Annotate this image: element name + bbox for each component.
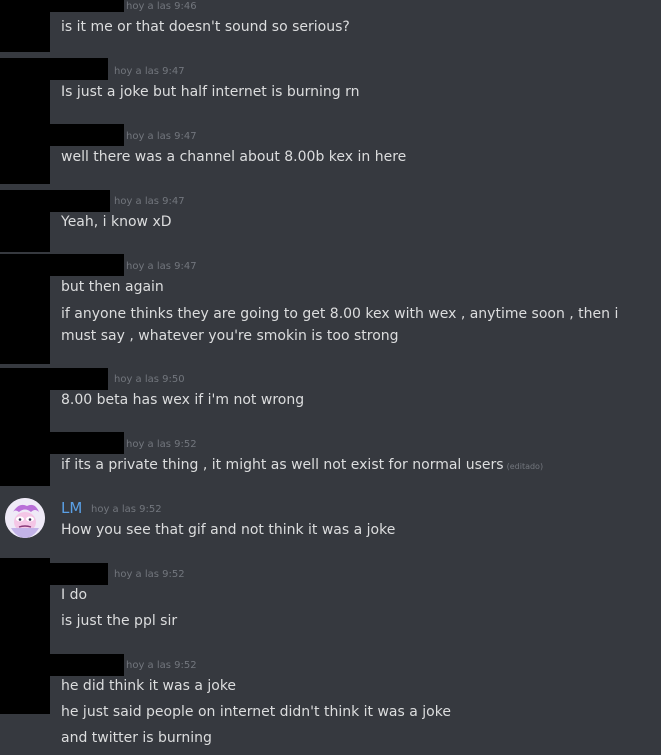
message-timestamp: hoy a las 9:50 [114, 374, 185, 385]
message-timestamp: hoy a las 9:47 [114, 66, 185, 77]
message-text: Is just a joke but half internet is burn… [61, 84, 360, 100]
message-text: I do [61, 587, 88, 603]
message-timestamp: hoy a las 9:46 [126, 1, 197, 12]
redacted-username [50, 654, 124, 676]
message-text: is just the ppl sir [61, 613, 178, 629]
redacted-avatar [0, 254, 50, 364]
message-text: 8.00 beta has wex if i'm not wrong [61, 392, 305, 408]
redacted-username [50, 254, 124, 276]
message-timestamp: hoy a las 9:52 [126, 660, 197, 671]
edited-label: (editado) [506, 462, 544, 471]
avatar-image [5, 498, 45, 538]
redacted-username [50, 563, 108, 585]
message-author[interactable]: LM [61, 499, 82, 517]
redacted-username [50, 432, 124, 454]
message-text: but then again [61, 279, 164, 295]
message-timestamp: hoy a las 9:52 [114, 569, 185, 580]
message-text: How you see that gif and not think it wa… [61, 522, 396, 538]
message-timestamp: hoy a las 9:47 [114, 196, 185, 207]
redacted-avatar [0, 558, 50, 714]
redacted-avatar [0, 190, 50, 252]
message-text: well there was a channel about 8.00b kex… [61, 149, 407, 165]
message-timestamp: hoy a las 9:47 [126, 131, 197, 142]
redacted-username [50, 368, 108, 390]
message-text: if its a private thing , it might as wel… [61, 457, 543, 473]
message-text: he just said people on internet didn't t… [61, 704, 451, 720]
message-text: he did think it was a joke [61, 678, 237, 694]
message-text: if anyone thinks they are going to get 8… [61, 306, 619, 344]
user-avatar[interactable] [5, 498, 45, 538]
chat-message-list: hoy a las 9:46 is it me or that doesn't … [0, 0, 661, 755]
redacted-username [50, 124, 124, 146]
message-timestamp: hoy a las 9:52 [126, 439, 197, 450]
redacted-avatar [0, 0, 50, 52]
message-timestamp: hoy a las 9:47 [126, 261, 197, 272]
message-body: if its a private thing , it might as wel… [61, 457, 504, 473]
redacted-avatar [0, 58, 50, 184]
redacted-avatar [0, 368, 50, 486]
message-timestamp: hoy a las 9:52 [91, 504, 162, 515]
message-text: Yeah, i know xD [61, 214, 172, 230]
message-text: and twitter is burning [61, 730, 212, 746]
message-text: is it me or that doesn't sound so seriou… [61, 19, 350, 35]
redacted-username [50, 58, 108, 80]
redacted-username [50, 0, 124, 12]
redacted-username [50, 190, 110, 212]
